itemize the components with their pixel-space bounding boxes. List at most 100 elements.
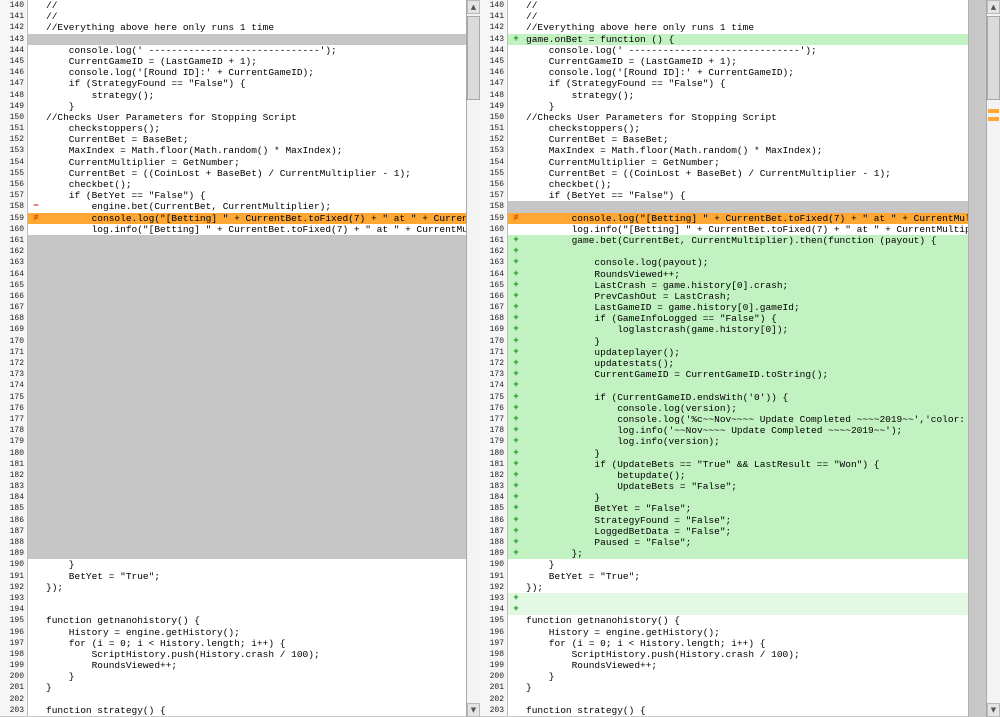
code-line[interactable]: PrevCashOut = LastCrash; <box>524 291 968 302</box>
code-line[interactable] <box>44 436 466 447</box>
code-line[interactable]: console.log(' --------------------------… <box>44 45 466 56</box>
code-line[interactable]: } <box>524 448 968 459</box>
scroll-track[interactable] <box>467 14 480 703</box>
code-line[interactable] <box>44 369 466 380</box>
code-line[interactable] <box>44 604 466 615</box>
code-line[interactable]: log.info(version); <box>524 436 968 447</box>
code-line[interactable]: // <box>524 0 968 11</box>
left-code-area[interactable]: 140//141//142//Everything above here onl… <box>0 0 466 717</box>
code-line[interactable]: if (UpdateBets == "True" && LastResult =… <box>524 459 968 470</box>
code-line[interactable] <box>44 492 466 503</box>
code-line[interactable]: engine.bet(CurrentBet, CurrentMultiplier… <box>44 201 466 212</box>
code-line[interactable]: BetYet = "False"; <box>524 503 968 514</box>
code-line[interactable]: for (i = 0; i < History.length; i++) { <box>524 638 968 649</box>
code-line[interactable]: console.log(version); <box>524 403 968 414</box>
code-line[interactable] <box>44 291 466 302</box>
code-line[interactable] <box>44 313 466 324</box>
code-line[interactable]: console.log("[Betting] " + CurrentBet.to… <box>524 213 968 224</box>
code-line[interactable] <box>44 548 466 559</box>
scroll-down-button[interactable]: ▼ <box>987 703 1000 717</box>
code-line[interactable] <box>524 246 968 257</box>
code-line[interactable]: }; <box>524 548 968 559</box>
code-line[interactable]: game.onBet = function () { <box>524 34 968 45</box>
code-line[interactable]: betupdate(); <box>524 470 968 481</box>
code-line[interactable]: CurrentGameID = CurrentGameID.toString()… <box>524 369 968 380</box>
code-line[interactable]: } <box>524 101 968 112</box>
code-line[interactable] <box>524 593 968 604</box>
right-code-area[interactable]: 140//141//142//Everything above here onl… <box>480 0 968 717</box>
code-line[interactable]: BetYet = "True"; <box>524 571 968 582</box>
code-line[interactable] <box>44 392 466 403</box>
scroll-up-button[interactable]: ▲ <box>467 0 480 14</box>
code-line[interactable]: //Everything above here only runs 1 time <box>44 22 466 33</box>
code-line[interactable]: MaxIndex = Math.floor(Math.random() * Ma… <box>44 145 466 156</box>
code-line[interactable]: checkbet(); <box>524 179 968 190</box>
code-line[interactable]: checkbet(); <box>44 179 466 190</box>
code-line[interactable] <box>524 380 968 391</box>
code-line[interactable]: loglastcrash(game.history[0]); <box>524 324 968 335</box>
code-line[interactable] <box>44 302 466 313</box>
code-line[interactable] <box>524 201 968 212</box>
code-line[interactable] <box>44 448 466 459</box>
code-line[interactable]: RoundsViewed++; <box>524 660 968 671</box>
code-line[interactable]: LoggedBetData = "False"; <box>524 526 968 537</box>
code-line[interactable]: checkstoppers(); <box>524 123 968 134</box>
scroll-track[interactable] <box>987 14 1000 703</box>
code-line[interactable] <box>44 246 466 257</box>
code-line[interactable] <box>44 526 466 537</box>
code-line[interactable] <box>44 403 466 414</box>
code-line[interactable]: } <box>44 671 466 682</box>
code-line[interactable] <box>44 515 466 526</box>
code-line[interactable]: strategy(); <box>524 90 968 101</box>
code-line[interactable]: CurrentGameID = (LastGameID + 1); <box>44 56 466 67</box>
code-line[interactable] <box>44 347 466 358</box>
code-line[interactable] <box>524 604 968 615</box>
code-line[interactable]: // <box>44 11 466 22</box>
code-line[interactable]: console.log('[Round ID]:' + CurrentGameI… <box>44 67 466 78</box>
code-line[interactable]: console.log("[Betting] " + CurrentBet.to… <box>44 213 466 224</box>
code-line[interactable]: UpdateBets = "False"; <box>524 481 968 492</box>
code-line[interactable] <box>44 470 466 481</box>
code-line[interactable]: console.log(' --------------------------… <box>524 45 968 56</box>
code-line[interactable]: if (StrategyFound == "False") { <box>44 78 466 89</box>
code-line[interactable] <box>44 414 466 425</box>
code-line[interactable]: CurrentBet = ((CoinLost + BaseBet) / Cur… <box>44 168 466 179</box>
code-line[interactable]: } <box>44 682 466 693</box>
code-line[interactable]: console.log('[Round ID]:' + CurrentGameI… <box>524 67 968 78</box>
code-line[interactable]: LastCrash = game.history[0].crash; <box>524 280 968 291</box>
code-line[interactable]: }); <box>524 582 968 593</box>
code-line[interactable]: StrategyFound = "False"; <box>524 515 968 526</box>
scroll-thumb[interactable] <box>467 16 480 100</box>
left-vertical-scrollbar[interactable]: ▲ ▼ <box>466 0 480 717</box>
code-line[interactable] <box>44 257 466 268</box>
code-line[interactable] <box>44 34 466 45</box>
code-line[interactable]: //Checks User Parameters for Stopping Sc… <box>44 112 466 123</box>
code-line[interactable]: //Everything above here only runs 1 time <box>524 22 968 33</box>
code-line[interactable]: History = engine.getHistory(); <box>44 627 466 638</box>
code-line[interactable]: CurrentMultiplier = GetNumber; <box>524 157 968 168</box>
code-line[interactable]: CurrentMultiplier = GetNumber; <box>44 157 466 168</box>
code-line[interactable] <box>44 235 466 246</box>
code-line[interactable]: CurrentBet = BaseBet; <box>44 134 466 145</box>
code-line[interactable]: if (StrategyFound == "False") { <box>524 78 968 89</box>
code-line[interactable]: //Checks User Parameters for Stopping Sc… <box>524 112 968 123</box>
code-line[interactable]: }); <box>44 582 466 593</box>
code-line[interactable]: function getnanohistory() { <box>44 615 466 626</box>
code-line[interactable]: checkstoppers(); <box>44 123 466 134</box>
code-line[interactable]: RoundsViewed++; <box>44 660 466 671</box>
code-line[interactable]: log.info("[Betting] " + CurrentBet.toFix… <box>44 224 466 235</box>
code-line[interactable]: MaxIndex = Math.floor(Math.random() * Ma… <box>524 145 968 156</box>
code-line[interactable] <box>524 694 968 705</box>
code-line[interactable] <box>44 324 466 335</box>
code-line[interactable]: // <box>44 0 466 11</box>
scroll-thumb[interactable] <box>987 16 1000 100</box>
code-line[interactable] <box>44 280 466 291</box>
code-line[interactable] <box>44 593 466 604</box>
code-line[interactable]: function strategy() { <box>44 705 466 716</box>
code-line[interactable]: game.bet(CurrentBet, CurrentMultiplier).… <box>524 235 968 246</box>
code-line[interactable] <box>44 503 466 514</box>
code-line[interactable]: BetYet = "True"; <box>44 571 466 582</box>
code-line[interactable]: if (GameInfoLogged == "False") { <box>524 313 968 324</box>
code-line[interactable]: } <box>524 336 968 347</box>
code-line[interactable]: History = engine.getHistory(); <box>524 627 968 638</box>
